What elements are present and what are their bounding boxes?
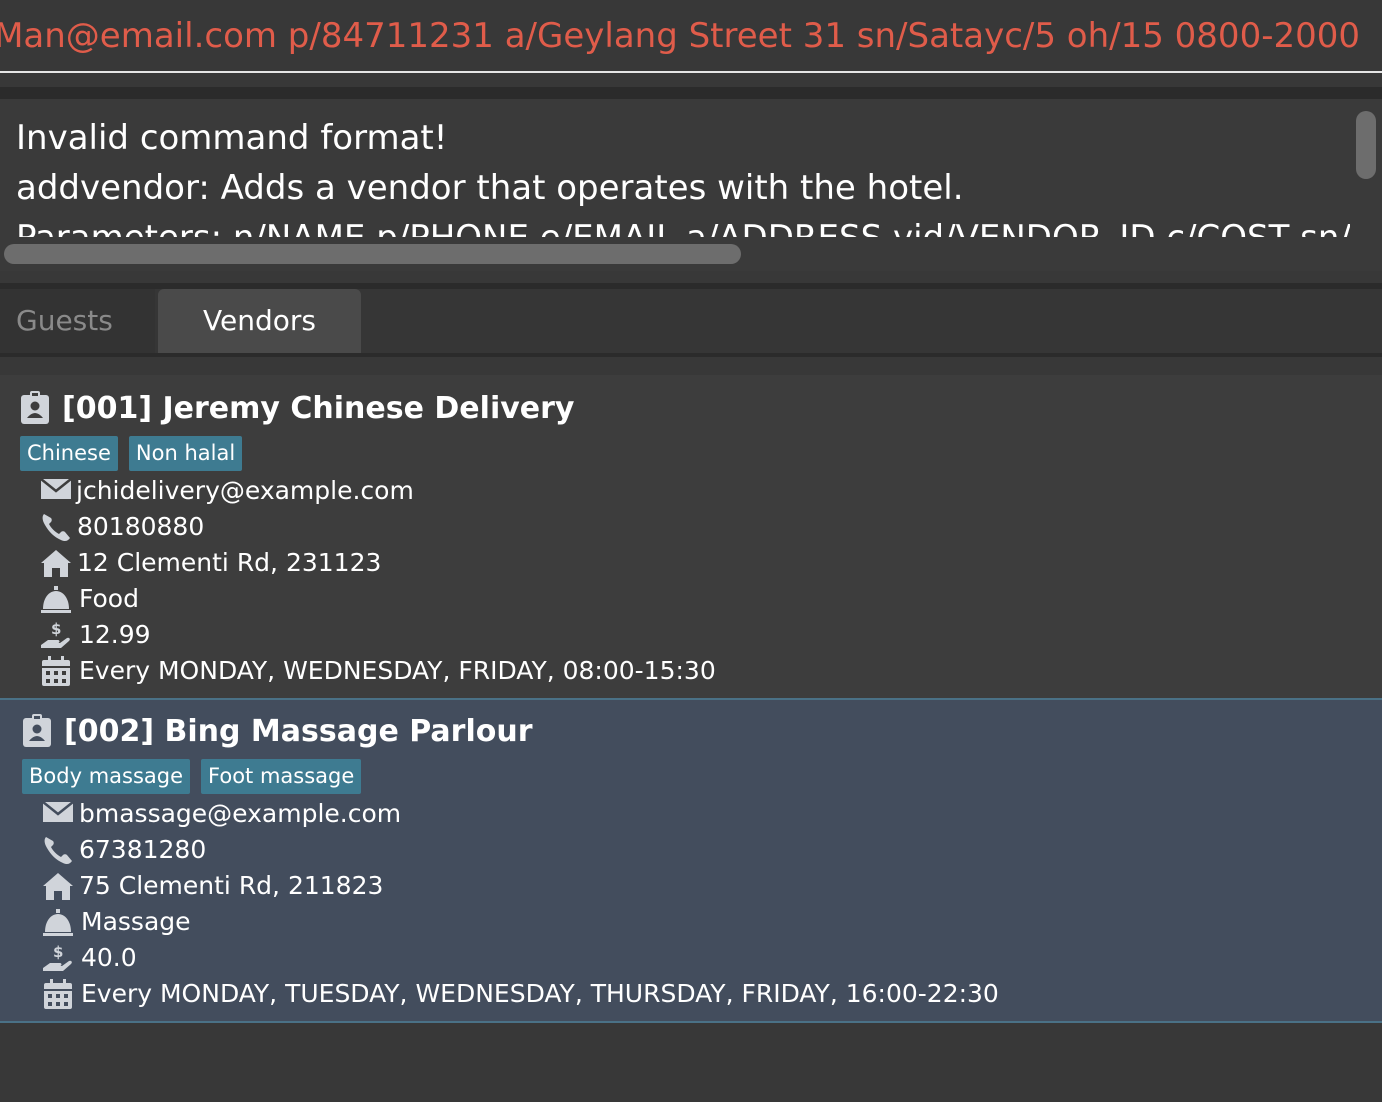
command-underline [0,71,1382,73]
service-bell-icon [41,586,71,613]
horizontal-scrollbar[interactable] [4,244,741,264]
vendor-title: [001] Jeremy Chinese Delivery [62,391,575,426]
service-text: Food [79,584,139,613]
phone-icon [42,514,70,542]
command-input[interactable]: e/satayMan@email.com p/84711231 a/Geylan… [0,14,1360,58]
id-badge-icon [21,391,49,424]
tag: Non halal [128,436,243,471]
vendor-list: [001] Jeremy Chinese Delivery Chinese Non… [0,375,1382,1102]
home-icon [43,873,73,900]
calendar-icon [42,656,70,686]
cost-text: 12.99 [79,620,151,649]
tag: Body massage [22,759,191,794]
phone-text: 67381280 [79,835,207,864]
address-text: 12 Clementi Rd, 231123 [77,548,382,577]
result-line: Parameters: n/NAME p/PHONE e/EMAIL a/ADD… [16,213,1350,237]
tag: Chinese [20,436,118,471]
service-bell-icon [43,909,73,936]
phone-text: 80180880 [77,512,205,541]
divider [0,87,1382,99]
tag-list: Body massage Foot massage [22,759,372,794]
cost-text: 40.0 [81,943,137,972]
home-icon [41,550,71,577]
cost-hand-dollar-icon: $ [41,620,70,648]
svg-text:$: $ [53,943,63,961]
phone-icon [44,837,72,865]
result-text: Invalid command format! addvendor: Adds … [16,113,1350,237]
result-line: addvendor: Adds a vendor that operates w… [16,168,964,208]
email-text: jchidelivery@example.com [76,476,414,505]
vendor-title: [002] Bing Massage Parlour [64,714,533,749]
id-badge-icon [23,714,51,747]
result-line: Invalid command format! [16,118,448,158]
address-text: 75 Clementi Rd, 211823 [79,871,384,900]
divider [0,353,1382,357]
schedule-text: Every MONDAY, WEDNESDAY, FRIDAY, 08:00-1… [79,656,716,685]
cost-hand-dollar-icon: $ [43,943,72,971]
service-text: Massage [81,907,191,936]
tab-vendors[interactable]: Vendors [158,289,361,353]
tag-list: Chinese Non halal [20,436,253,471]
schedule-text: Every MONDAY, TUESDAY, WEDNESDAY, THURSD… [81,979,999,1008]
tab-bar: Guests Vendors [0,289,1382,353]
vertical-scrollbar[interactable] [1356,111,1376,179]
email-text: bmassage@example.com [79,799,402,828]
result-display: Invalid command format! addvendor: Adds … [0,99,1382,271]
tag: Foot massage [201,759,362,794]
vendor-card-selected[interactable]: [002] Bing Massage Parlour Body massage F… [0,698,1382,1023]
calendar-icon [44,979,72,1009]
tab-guests[interactable]: Guests [0,289,155,353]
vendor-card[interactable]: [001] Jeremy Chinese Delivery Chinese Non… [0,375,1382,698]
envelope-icon [42,801,74,822]
svg-text:$: $ [51,620,61,638]
envelope-icon [40,478,72,499]
command-box[interactable]: e/satayMan@email.com p/84711231 a/Geylan… [0,0,1382,72]
